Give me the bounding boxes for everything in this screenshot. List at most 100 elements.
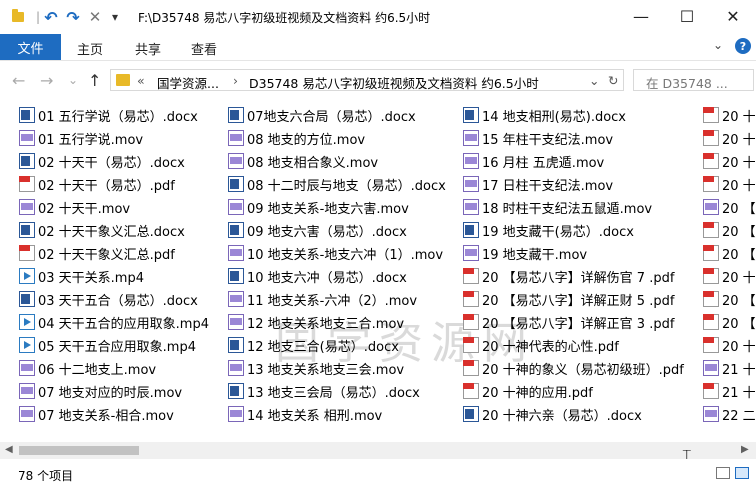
close-button[interactable]: ✕ [710,0,756,32]
file-item[interactable]: 18 时柱干支纪法五鼠遁.mov [463,196,652,218]
file-item[interactable]: 03 天干五合（易芯）.docx [19,288,198,310]
docx-file-icon [463,222,479,238]
file-item[interactable]: 20 【 [703,196,756,218]
file-item[interactable]: 20 十神代表的心性.pdf [463,334,619,356]
minimize-button[interactable]: — [618,0,664,32]
breadcrumb-current[interactable]: D35748 易芯八字初级班视频及文档资料 约6.5小时 [249,73,539,92]
search-placeholder: 在 D35748 ... [646,76,728,91]
tab-share[interactable]: 共享 [135,39,161,58]
breadcrumb-parent[interactable]: 国学资源... [157,73,219,92]
file-item[interactable]: 17 日柱干支纪法.mov [463,173,613,195]
mov-file-icon [703,199,719,215]
tab-view[interactable]: 查看 [191,39,217,58]
file-item[interactable]: 20 十 [703,334,756,356]
file-item[interactable]: 20 十 [703,127,756,149]
file-item[interactable]: 10 地支关系-地支六冲（1）.mov [228,242,443,264]
file-item[interactable]: 01 五行学说.mov [19,127,143,149]
customize-dropdown-icon[interactable]: ▾ [108,8,122,26]
file-item[interactable]: 02 十天干.mov [19,196,130,218]
file-list: 国学资源网 01 五行学说（易芯）.docx 01 五行学说.mov 02 十天干（… [0,100,756,440]
file-name: 21 十 [722,362,756,378]
file-item[interactable]: 12 地支关系地支三合.mov [228,311,404,333]
file-item[interactable]: 20 【易芯八字】详解正官 3 .pdf [463,311,674,333]
file-item[interactable]: 20 十 [703,265,756,287]
file-item[interactable]: 02 十天干象义汇总.docx [19,219,185,241]
file-item[interactable]: 12 地支三合(易芯）.docx [228,334,399,356]
file-item[interactable]: 09 地支关系-地支六害.mov [228,196,409,218]
file-item[interactable]: 09 地支六害（易芯）.docx [228,219,407,241]
file-item[interactable]: 11 地支关系-六冲（2）.mov [228,288,417,310]
address-bar[interactable]: « 国学资源... › D35748 易芯八字初级班视频及文档资料 约6.5小时… [110,69,624,91]
file-item[interactable]: 03 天干关系.mp4 [19,265,144,287]
file-item[interactable]: 20 十 [703,150,756,172]
up-button[interactable]: ↑ [88,71,101,90]
forward-button[interactable]: → [40,71,53,90]
file-item[interactable]: 15 年柱干支纪法.mov [463,127,613,149]
tab-file[interactable]: 文件 [0,34,61,60]
docx-file-icon [228,268,244,284]
ribbon-expand-icon[interactable]: ⌄ [713,38,723,52]
file-item[interactable]: 19 地支藏干(易芯）.docx [463,219,634,241]
file-item[interactable]: 20 【易芯八字】详解正财 5 .pdf [463,288,674,310]
redo-icon[interactable]: ↷ [64,8,82,27]
undo-icon[interactable]: ↶ [42,8,60,27]
file-item[interactable]: 14 地支相刑(易芯).docx [463,104,626,126]
file-item[interactable]: 16 月柱 五虎遁.mov [463,150,604,172]
back-button[interactable]: ← [12,71,25,90]
tab-home[interactable]: 主页 [77,39,103,58]
help-icon[interactable]: ? [735,38,751,54]
file-name: 01 五行学说（易芯）.docx [38,109,198,125]
file-item[interactable]: 20 十 [703,173,756,195]
pdf-file-icon [463,291,479,307]
recent-locations-icon[interactable]: ⌄ [68,73,78,87]
breadcrumb-chevron-icon[interactable]: › [233,73,238,88]
file-item[interactable]: 06 十二地支上.mov [19,357,156,379]
file-item[interactable]: 07 地支关系-相合.mov [19,403,174,425]
folder-icon [10,8,26,26]
file-name: 14 地支关系 相刑.mov [247,408,383,424]
file-item[interactable]: 20 十神的象义（易芯初级班）.pdf [463,357,684,379]
address-dropdown-icon[interactable]: ⌄ [589,73,599,88]
file-item[interactable]: 20 【 [703,242,756,264]
search-box[interactable]: 在 D35748 ... [633,69,754,91]
file-item[interactable]: 20 十神的应用.pdf [463,380,593,402]
file-item[interactable]: 20 【 [703,288,756,310]
delete-icon[interactable]: ✕ [86,8,104,26]
file-item[interactable]: 20 【 [703,219,756,241]
file-item[interactable]: 08 十二时辰与地支（易芯）.docx [228,173,446,195]
file-item[interactable]: 07 地支对应的时辰.mov [19,380,182,402]
file-item[interactable]: 02 十天干（易芯）.pdf [19,173,175,195]
file-item[interactable]: 02 十天干象义汇总.pdf [19,242,175,264]
file-item[interactable]: 14 地支关系 相刑.mov [228,403,382,425]
file-item[interactable]: 19 地支藏干.mov [463,242,587,264]
file-name: 20 【易芯八字】详解正官 3 .pdf [482,316,675,332]
file-item[interactable]: 20 【易芯八字】详解伤官 7 .pdf [463,265,674,287]
scrollbar-thumb[interactable] [19,446,139,455]
file-item[interactable]: 20 【 [703,311,756,333]
file-item[interactable]: 05 天干五合应用取象.mp4 [19,334,196,356]
file-item[interactable]: 21 十 [703,357,756,379]
file-item[interactable]: 22 二 [703,403,756,425]
list-view-icon[interactable] [735,467,749,479]
file-item[interactable]: 02 十天干（易芯）.docx [19,150,185,172]
file-item[interactable]: 07地支六合局（易芯）.docx [228,104,416,126]
scroll-left-icon[interactable]: ◀ [5,444,13,455]
file-item[interactable]: 01 五行学说（易芯）.docx [19,104,198,126]
refresh-icon[interactable]: ↻ [608,73,618,88]
file-item[interactable]: 20 十神六亲（易芯）.docx [463,403,642,425]
details-view-icon[interactable] [716,467,730,479]
file-name: 19 地支藏干(易芯）.docx [482,224,634,240]
scroll-right-icon[interactable]: ▶ [741,444,749,455]
file-item[interactable]: 10 地支六冲（易芯）.docx [228,265,407,287]
horizontal-scrollbar[interactable]: ◀ ▶ [0,442,756,459]
file-item[interactable]: 04 天干五合的应用取象.mp4 [19,311,209,333]
file-item[interactable]: 13 地支三会局（易芯）.docx [228,380,420,402]
file-item[interactable]: 08 地支的方位.mov [228,127,365,149]
maximize-button[interactable]: ☐ [664,0,710,32]
breadcrumb-overflow-icon[interactable]: « [137,73,145,88]
file-item[interactable]: 21 十 [703,380,756,402]
file-item[interactable]: 13 地支关系地支三会.mov [228,357,404,379]
file-item[interactable]: 08 地支相合象义.mov [228,150,378,172]
pdf-file-icon [703,383,719,399]
file-item[interactable]: 20 十 [703,104,756,126]
